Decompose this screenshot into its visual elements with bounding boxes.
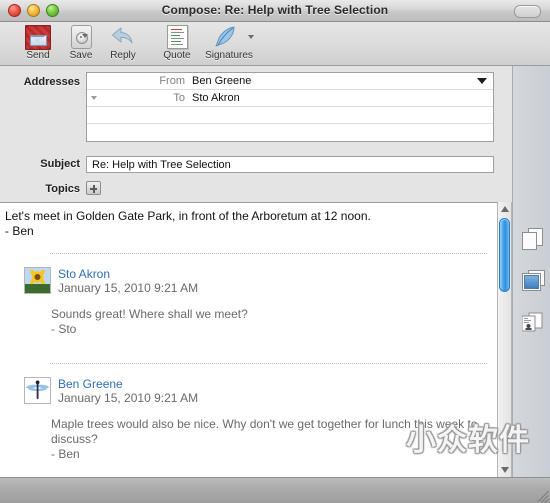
side-panel-top (512, 66, 550, 202)
compose-text[interactable]: Let's meet in Golden Gate Park, in front… (5, 209, 489, 239)
quote-line-1: Sounds great! Where shall we meet? (51, 307, 248, 321)
address-row-empty[interactable] (87, 107, 493, 124)
quoted-message: Sto Akron January 15, 2010 9:21 AM Sound… (0, 267, 497, 357)
save-button-label: Save (69, 50, 93, 61)
address-row-key: To (173, 92, 185, 104)
images-icon[interactable] (522, 270, 545, 292)
subject-input[interactable]: Re: Help with Tree Selection (86, 156, 494, 173)
signatures-button[interactable]: Signatures (194, 24, 264, 64)
quote-divider (50, 363, 487, 364)
topics-label: Topics (45, 183, 80, 195)
compose-line-1: Let's meet in Golden Gate Park, in front… (5, 209, 371, 223)
vertical-scrollbar[interactable] (497, 202, 512, 477)
scroll-down-arrow-icon[interactable] (498, 463, 511, 477)
quote-author-name[interactable]: Ben Greene (58, 377, 123, 391)
reply-button[interactable]: Reply (96, 24, 150, 64)
clippings-icon[interactable] (521, 312, 544, 334)
address-row-key: From (159, 75, 185, 87)
documents-icon[interactable] (522, 228, 544, 250)
quote-date: January 15, 2010 9:21 AM (58, 391, 199, 405)
quote-button-label: Quote (163, 50, 191, 61)
scroll-up-arrow-icon[interactable] (498, 202, 511, 216)
feather-quill-icon (212, 25, 254, 49)
scrollbar-thumb[interactable] (499, 218, 510, 292)
quote-text: Sounds great! Where shall we meet? - Sto (51, 307, 483, 337)
disk-drive-icon (68, 25, 94, 49)
address-row-to[interactable]: To Sto Akron (87, 90, 493, 107)
signatures-menu-chevron-down-icon[interactable] (248, 35, 254, 39)
stamp-envelope-icon (25, 25, 51, 50)
sunflower-avatar (24, 267, 51, 294)
reply-arrow-icon (110, 25, 136, 49)
attachments-side-panel (512, 202, 550, 477)
quote-divider (50, 253, 487, 254)
compose-window: Compose: Re: Help with Tree Selection Se… (0, 0, 550, 503)
quote-document-icon (164, 25, 190, 49)
addresses-label: Addresses (23, 76, 80, 88)
subject-value: Re: Help with Tree Selection (92, 159, 231, 171)
subject-label: Subject (40, 158, 80, 170)
add-topic-button[interactable] (86, 181, 101, 195)
signatures-button-label: Signatures (205, 50, 253, 61)
send-button-label: Send (26, 50, 50, 61)
quote-line-2: discuss? (51, 432, 98, 446)
titlebar: Compose: Re: Help with Tree Selection (0, 0, 550, 22)
quote-date: January 15, 2010 9:21 AM (58, 281, 199, 295)
address-row-empty[interactable] (87, 124, 493, 141)
quote-line-2: - Sto (51, 322, 77, 336)
quoted-message: Ben Greene January 15, 2010 9:21 AM Mapl… (0, 377, 497, 477)
header-form: Addresses From Ben Greene To Sto Akron S… (0, 66, 512, 202)
address-row-from[interactable]: From Ben Greene (87, 73, 493, 90)
toolbar: Send Save Reply Quote Signatures (0, 22, 550, 66)
quote-line-3: - Ben (51, 447, 80, 461)
message-body[interactable]: Let's meet in Golden Gate Park, in front… (0, 202, 497, 477)
save-menu-chevron-down-icon[interactable] (82, 34, 88, 38)
addresses-field[interactable]: From Ben Greene To Sto Akron (86, 72, 494, 142)
from-chevron-down-icon[interactable] (477, 78, 487, 84)
window-title: Compose: Re: Help with Tree Selection (161, 3, 389, 17)
quote-text: Maple trees would also be nice. Why don'… (51, 417, 483, 462)
toolbar-toggle-button[interactable] (514, 5, 541, 18)
quote-author-name[interactable]: Sto Akron (58, 267, 110, 281)
compose-line-2: - Ben (5, 224, 34, 238)
status-bar (0, 477, 550, 503)
reply-button-label: Reply (110, 50, 136, 61)
dragonfly-avatar (24, 377, 51, 404)
address-row-value: Ben Greene (192, 75, 252, 87)
to-disclosure-triangle-icon[interactable] (91, 96, 97, 100)
quote-line-1: Maple trees would also be nice. Why don'… (51, 417, 478, 431)
resize-grip-icon[interactable] (535, 488, 549, 503)
address-row-value: Sto Akron (192, 92, 240, 104)
